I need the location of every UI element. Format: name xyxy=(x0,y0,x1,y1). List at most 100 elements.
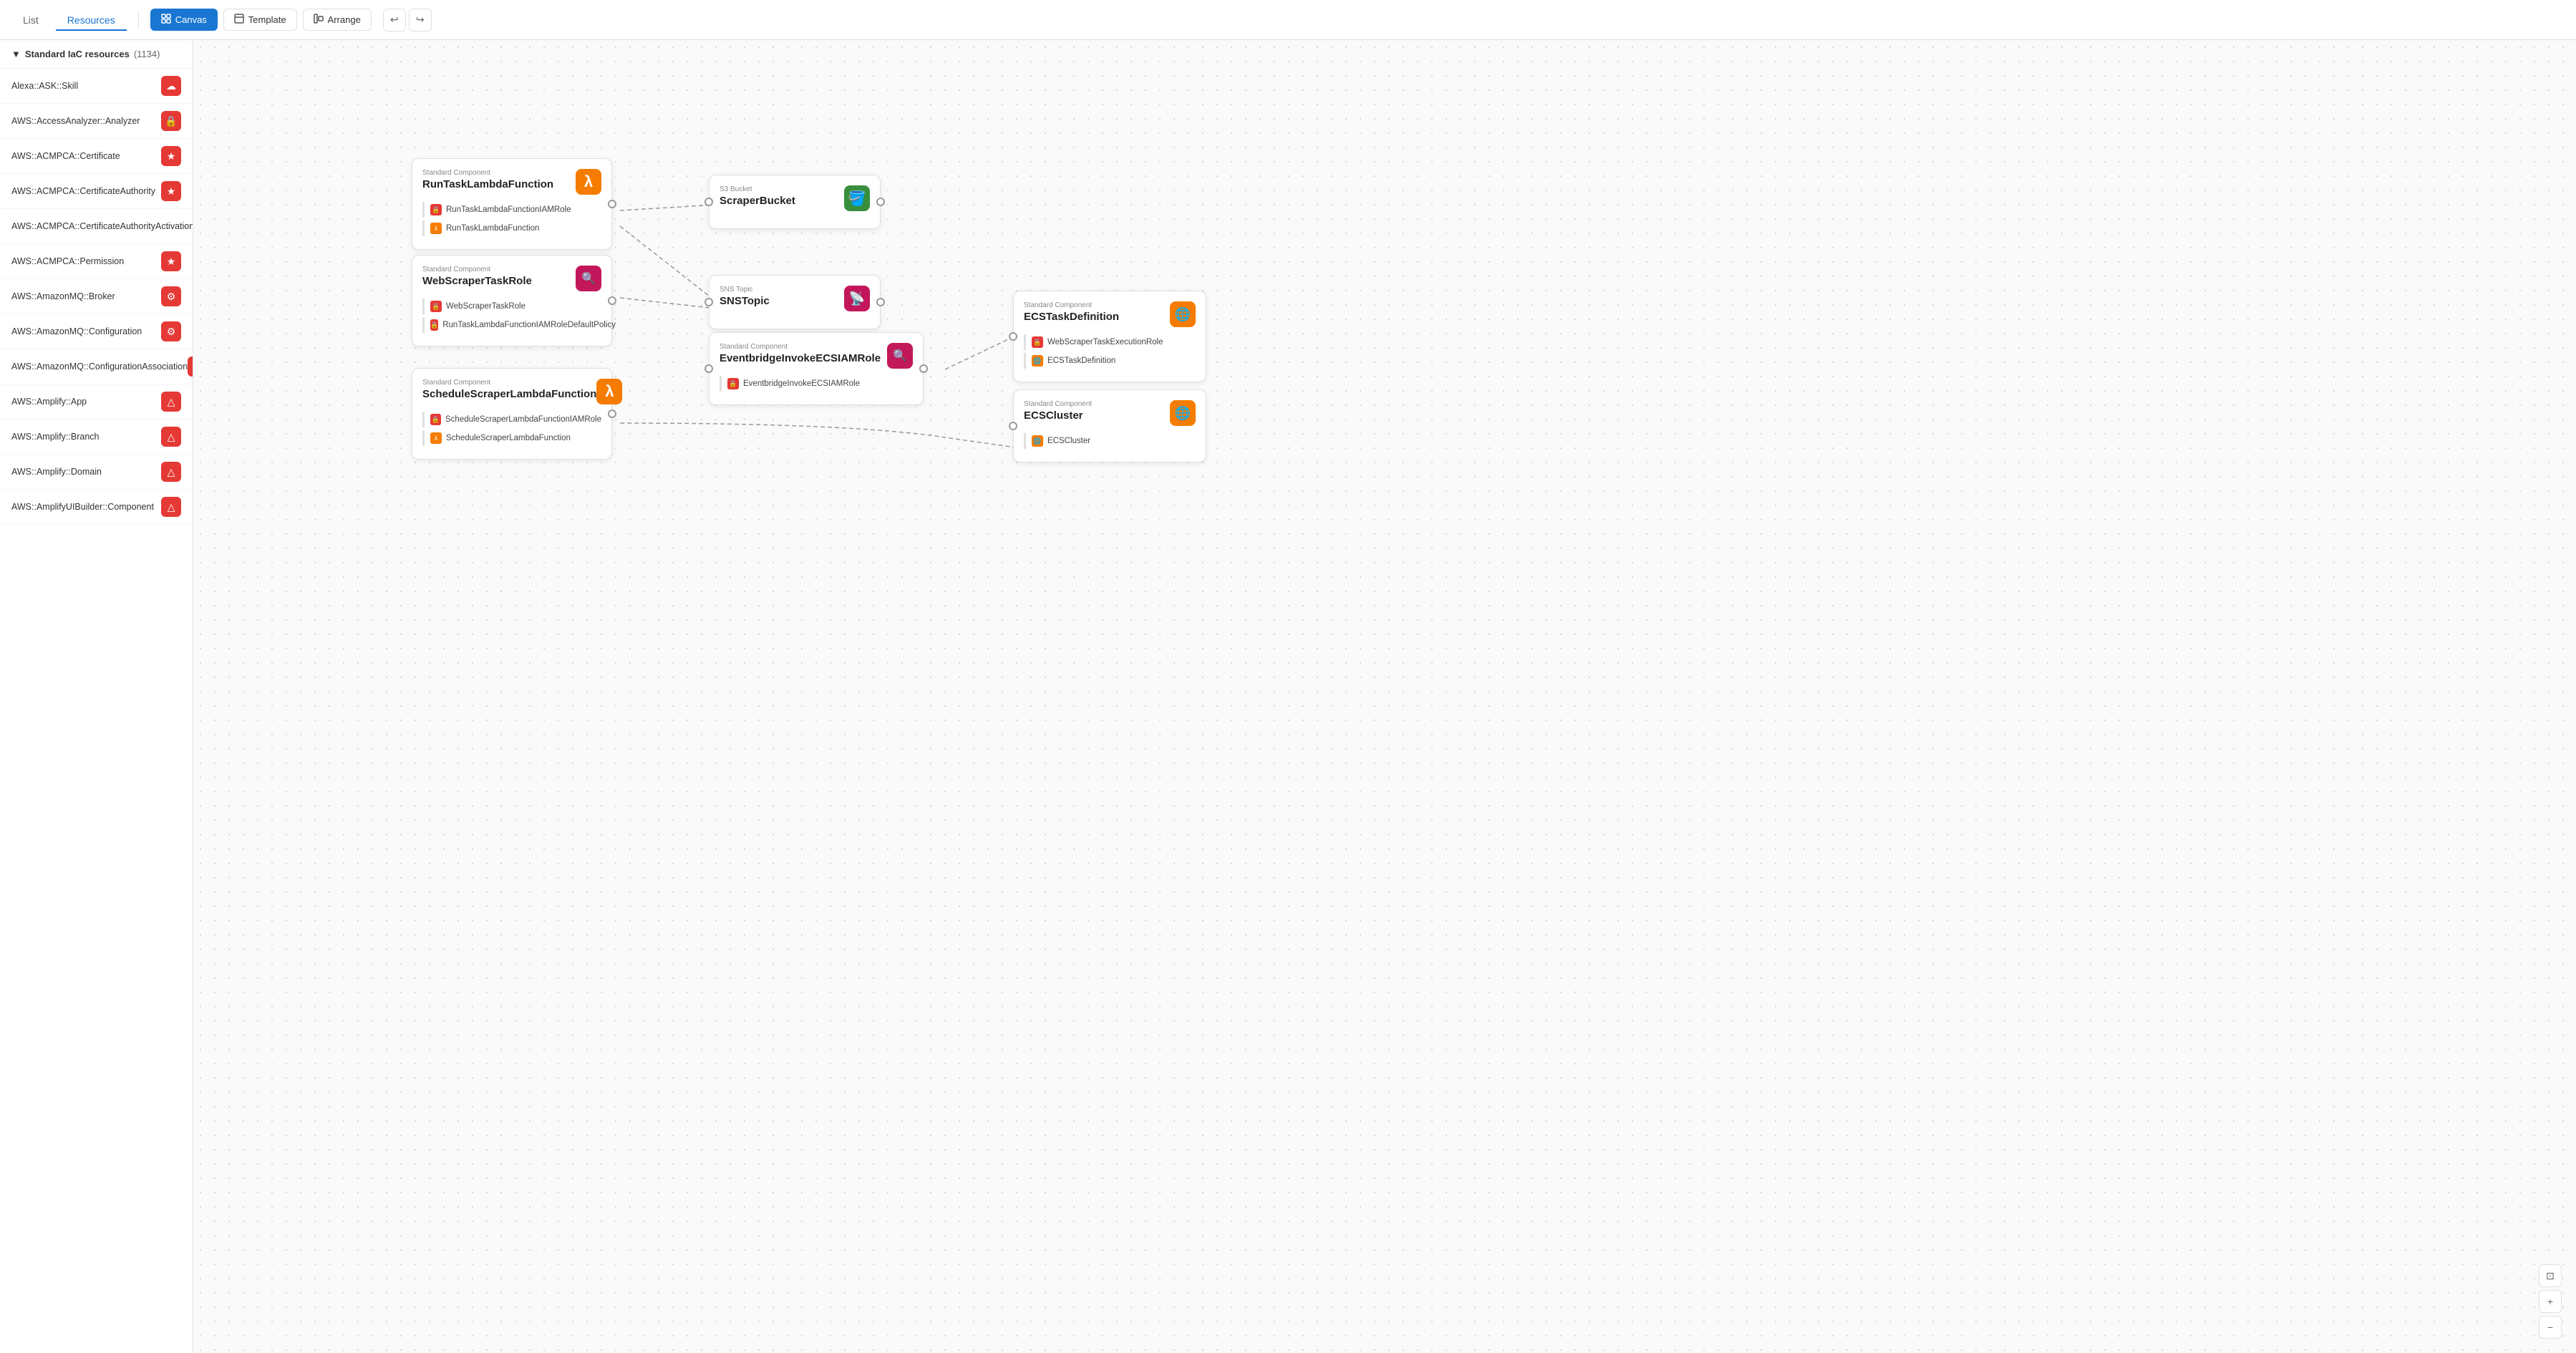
fit-button[interactable]: ⊡ xyxy=(2539,1264,2562,1287)
node-run-task[interactable]: Standard Component RunTaskLambdaFunction… xyxy=(412,158,612,250)
main-layout: ▼ Standard IaC resources (1134) Alexa::A… xyxy=(0,40,2576,1353)
node-schedule-scraper[interactable]: Standard Component ScheduleScraperLambda… xyxy=(412,368,612,460)
node-sns-title: SNSTopic xyxy=(720,295,770,307)
res-name: RunTaskLambdaFunction xyxy=(446,224,539,233)
sidebar-header: ▼ Standard IaC resources (1134) xyxy=(0,40,193,69)
template-icon xyxy=(234,14,244,26)
node-schedule-label: Standard Component xyxy=(422,379,596,387)
arrange-button[interactable]: Arrange xyxy=(303,9,372,31)
sidebar-item[interactable]: AWS::ACMPCA::CertificateAuthorityActivat… xyxy=(0,209,193,244)
list-item: 🔒 WebScraperTaskRole xyxy=(422,299,601,314)
sidebar-count: (1134) xyxy=(134,49,160,59)
resource-icon: △ xyxy=(161,462,181,482)
node-s3-label: S3 Bucket xyxy=(720,185,795,193)
list-item: 🔒 RunTaskLambdaFunctionIAMRoleDefaultPol… xyxy=(422,317,601,333)
sidebar-item-label: AWS::AmplifyUIBuilder::Component xyxy=(11,502,154,512)
arrange-label: Arrange xyxy=(328,14,361,25)
sidebar-item[interactable]: AWS::ACMPCA::Certificate★ xyxy=(0,139,193,174)
node-sns-icon: 📡 xyxy=(844,286,870,311)
sidebar-item[interactable]: AWS::Amplify::App△ xyxy=(0,384,193,420)
canvas-area[interactable]: Standard Component RunTaskLambdaFunction… xyxy=(193,40,2576,1353)
sidebar-item-label: AWS::Amplify::App xyxy=(11,397,87,407)
node-ecs-cluster[interactable]: Standard Component ECSCluster 🌐 🌐 ECSClu… xyxy=(1013,389,1206,462)
res-icon: 🔒 xyxy=(1032,336,1043,348)
res-icon: λ xyxy=(430,223,442,234)
zoom-in-button[interactable]: + xyxy=(2539,1290,2562,1313)
res-icon: λ xyxy=(430,432,442,444)
sidebar-item-label: AWS::ACMPCA::CertificateAuthorityActivat… xyxy=(11,221,193,231)
list-item: 🔒 ScheduleScraperLambdaFunctionIAMRole xyxy=(422,412,601,427)
sidebar-item[interactable]: AWS::AmplifyUIBuilder::Component △ xyxy=(0,490,193,525)
resource-icon: 🔒 xyxy=(161,111,181,131)
res-name: ECSCluster xyxy=(1047,437,1090,445)
undo-button[interactable]: ↩ xyxy=(383,9,406,31)
sidebar-item[interactable]: Alexa::ASK::Skill☁ xyxy=(0,69,193,104)
sidebar-item-label: Alexa::ASK::Skill xyxy=(11,81,78,91)
res-icon: 🔒 xyxy=(430,301,442,312)
sidebar-item[interactable]: AWS::Amplify::Domain △ xyxy=(0,455,193,490)
node-run-task-title: RunTaskLambdaFunction xyxy=(422,178,553,190)
sidebar-item[interactable]: AWS::AmazonMQ::Broker ⚙ xyxy=(0,279,193,314)
node-sns-topic[interactable]: SNS Topic SNSTopic 📡 xyxy=(709,275,881,329)
canvas-label: Canvas xyxy=(175,14,207,25)
sidebar-item-label: AWS::ACMPCA::Permission xyxy=(11,256,124,266)
sidebar-item[interactable]: AWS::ACMPCA::CertificateAuthority ★ xyxy=(0,174,193,209)
list-item: 🌐 ECSCluster xyxy=(1024,433,1196,449)
node-web-scraper[interactable]: Standard Component WebScraperTaskRole 🔍 … xyxy=(412,255,612,346)
node-s3-bucket[interactable]: S3 Bucket ScraperBucket 🪣 xyxy=(709,175,881,229)
top-nav: List Resources Canvas Template xyxy=(0,0,2576,40)
sidebar-item[interactable]: AWS::AccessAnalyzer::Analyzer🔒 xyxy=(0,104,193,139)
arrange-icon xyxy=(314,14,324,26)
canvas-button[interactable]: Canvas xyxy=(150,9,218,31)
node-ecs-task-title: ECSTaskDefinition xyxy=(1024,311,1119,323)
sidebar-item[interactable]: AWS::Amplify::Branch△ xyxy=(0,420,193,455)
node-run-task-label: Standard Component xyxy=(422,169,553,177)
sidebar-item[interactable]: AWS::AmazonMQ::ConfigurationAssociation⚙ xyxy=(0,349,193,384)
node-ecs-task-label: Standard Component xyxy=(1024,301,1119,309)
node-sns-label: SNS Topic xyxy=(720,286,770,294)
list-item: 🔒 WebScraperTaskExecutionRole xyxy=(1024,334,1196,350)
resource-icon: △ xyxy=(161,497,181,517)
sidebar: ▼ Standard IaC resources (1134) Alexa::A… xyxy=(0,40,193,1353)
res-name: WebScraperTaskExecutionRole xyxy=(1047,338,1163,346)
list-item: λ RunTaskLambdaFunction xyxy=(422,220,601,236)
list-item: 🌐 ECSTaskDefinition xyxy=(1024,353,1196,369)
node-eventbridge[interactable]: Standard Component EventbridgeInvokeECSI… xyxy=(709,332,924,405)
tab-list[interactable]: List xyxy=(11,10,50,30)
res-icon: 🌐 xyxy=(1032,355,1043,367)
node-ecs-task-def[interactable]: Standard Component ECSTaskDefinition 🌐 🔒… xyxy=(1013,291,1206,382)
resource-icon: ⚙ xyxy=(161,286,181,306)
list-item: 🔒 RunTaskLambdaFunctionIAMRole xyxy=(422,202,601,218)
sidebar-item[interactable]: AWS::ACMPCA::Permission ★ xyxy=(0,244,193,279)
node-webscraper-icon: 🔍 xyxy=(576,266,601,291)
res-icon: 🔒 xyxy=(430,204,442,215)
zoom-out-button[interactable]: − xyxy=(2539,1316,2562,1339)
sidebar-item-label: AWS::AmazonMQ::Broker xyxy=(11,291,115,301)
res-icon: 🔒 xyxy=(727,378,739,389)
resource-icon: ⚙ xyxy=(161,321,181,341)
sidebar-item-label: AWS::AmazonMQ::Configuration xyxy=(11,326,142,336)
sidebar-item-label: AWS::ACMPCA::CertificateAuthority xyxy=(11,186,155,196)
node-s3-icon: 🪣 xyxy=(844,185,870,211)
tab-resources[interactable]: Resources xyxy=(56,10,127,30)
node-eventbridge-label: Standard Component xyxy=(720,343,881,351)
template-button[interactable]: Template xyxy=(223,9,297,31)
sidebar-item[interactable]: AWS::AmazonMQ::Configuration ⚙ xyxy=(0,314,193,349)
canvas-controls: ⊡ + − xyxy=(2539,1264,2562,1339)
resource-icon: ★ xyxy=(161,251,181,271)
resource-icon: ★ xyxy=(161,181,181,201)
node-schedule-title: ScheduleScraperLambdaFunction xyxy=(422,388,596,400)
node-eventbridge-title: EventbridgeInvokeECSIAMRole xyxy=(720,352,881,364)
node-s3-title: ScraperBucket xyxy=(720,195,795,207)
sidebar-item-label: AWS::ACMPCA::Certificate xyxy=(11,151,120,161)
node-ecs-cluster-title: ECSCluster xyxy=(1024,409,1092,422)
canvas-icon xyxy=(161,14,171,26)
sidebar-item-label: AWS::AmazonMQ::ConfigurationAssociation xyxy=(11,362,188,372)
sidebar-item-label: AWS::Amplify::Domain xyxy=(11,467,102,477)
resource-icon: ⚙ xyxy=(188,357,193,377)
chevron-icon: ▼ xyxy=(11,49,21,59)
list-item: 🔒 EventbridgeInvokeECSIAMRole xyxy=(720,376,913,392)
res-name: ECSTaskDefinition xyxy=(1047,357,1115,365)
res-icon: 🔒 xyxy=(430,319,438,331)
redo-button[interactable]: ↪ xyxy=(409,9,432,31)
